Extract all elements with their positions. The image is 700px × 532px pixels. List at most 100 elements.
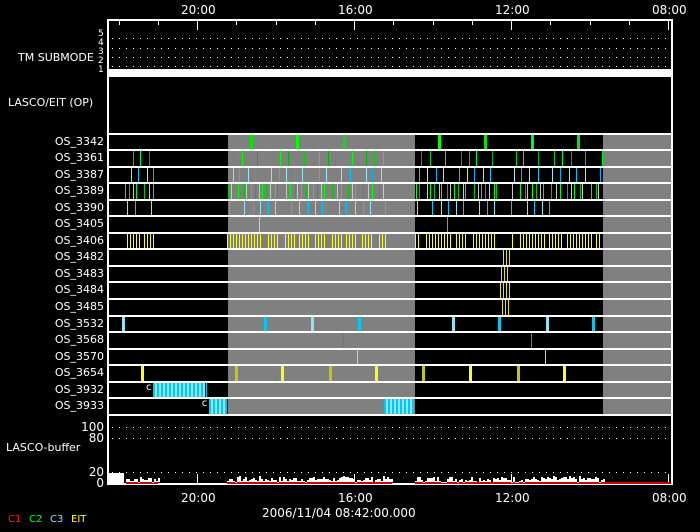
lasco-timeline-chart: 20:00 16:00 12:00 08:00 20:00 16:00 12:00 08:0… (0, 0, 700, 532)
event-mark (535, 184, 537, 199)
buffer-c1-baseline (125, 482, 159, 484)
event-mark (122, 316, 126, 332)
event-mark (468, 151, 470, 166)
event-mark (308, 184, 310, 199)
major-tick-top (354, 20, 355, 30)
event-mark (365, 167, 367, 183)
date-label: 2006/11/04 08:42:00.000 (262, 506, 416, 520)
event-mark (554, 151, 556, 166)
row-marker: c (146, 381, 152, 393)
event-mark (437, 134, 441, 150)
event-mark (513, 167, 515, 183)
row-label: OS_3342 (54, 134, 104, 148)
event-mark (343, 134, 347, 150)
event-mark (530, 134, 534, 150)
event-mark (422, 366, 426, 381)
event-mark (149, 184, 151, 199)
row-label: OS_3361 (54, 151, 104, 165)
legend-item-c2: C2 (29, 514, 43, 525)
event-mark (315, 200, 317, 216)
event-mark (383, 184, 385, 199)
event-mark (544, 349, 546, 365)
top-axis-line (107, 19, 673, 21)
event-mark (138, 167, 140, 183)
event-mark (497, 316, 501, 332)
row-label: OS_3933 (54, 399, 104, 413)
event-mark (321, 184, 323, 199)
event-mark (349, 167, 351, 183)
buffer-gridline (112, 438, 670, 440)
event-mark (454, 184, 456, 199)
event-mark (479, 200, 481, 216)
event-burst (208, 399, 227, 414)
event-mark (385, 200, 387, 216)
event-mark (473, 184, 475, 199)
event-burst (268, 233, 280, 249)
event-burst (153, 382, 206, 398)
event-mark (266, 184, 268, 199)
event-mark (435, 167, 437, 183)
event-mark (304, 151, 306, 166)
event-mark (372, 167, 374, 183)
event-mark (493, 184, 495, 199)
event-mark (532, 184, 534, 199)
event-mark (421, 151, 423, 166)
event-mark (540, 184, 542, 199)
event-mark (277, 184, 279, 199)
data-gap-region (602, 132, 671, 414)
event-mark (324, 184, 326, 199)
tm-submode-label: TM SUBMODE (18, 51, 94, 64)
event-mark (368, 184, 370, 199)
event-mark (555, 184, 557, 199)
event-mark (130, 167, 132, 183)
top-tick-label: 16:00 (338, 3, 373, 17)
event-mark (598, 184, 600, 199)
event-mark (369, 200, 371, 216)
event-mark (438, 184, 440, 199)
minor-tick-top (432, 20, 434, 25)
submode-gridline (112, 48, 670, 49)
event-mark (249, 134, 253, 150)
event-mark (341, 167, 343, 183)
event-burst (472, 233, 497, 249)
buffer-gridline (112, 471, 670, 473)
row-separator (109, 215, 671, 218)
event-burst (332, 233, 343, 249)
buffer-tick-label: 80 (88, 431, 104, 446)
event-mark (338, 200, 340, 216)
event-mark (279, 167, 281, 183)
row-label: OS_3485 (54, 300, 104, 313)
row-label: OS_3482 (54, 250, 104, 264)
event-mark (601, 151, 603, 166)
legend-item-c1: C1 (8, 514, 22, 525)
bottom-tick-label: 20:00 (181, 491, 216, 505)
event-mark (351, 151, 353, 166)
event-mark (418, 184, 420, 199)
event-mark (382, 151, 384, 166)
event-mark (355, 184, 357, 199)
event-mark (261, 184, 263, 199)
event-mark (582, 184, 584, 199)
minor-tick-top (550, 20, 552, 25)
top-tick-label: 12:00 (495, 3, 530, 17)
event-burst (226, 233, 263, 249)
event-burst (414, 233, 422, 249)
event-mark (570, 151, 572, 166)
event-mark (476, 151, 478, 166)
buffer-spike (390, 479, 393, 482)
bottom-tick-label: 16:00 (338, 491, 373, 505)
event-mark (286, 167, 288, 183)
event-mark (205, 382, 207, 398)
row-separator (109, 264, 671, 267)
event-mark (371, 184, 373, 199)
event-mark (530, 333, 532, 348)
event-mark (128, 184, 130, 199)
row-label: OS_3932 (54, 382, 104, 396)
buffer-label: LASCO-buffer (6, 441, 81, 454)
event-mark (466, 167, 468, 183)
buffer-c1-baseline (414, 482, 603, 484)
event-mark (247, 167, 249, 183)
event-mark (144, 184, 146, 199)
event-mark (527, 184, 529, 199)
event-mark (305, 184, 307, 199)
